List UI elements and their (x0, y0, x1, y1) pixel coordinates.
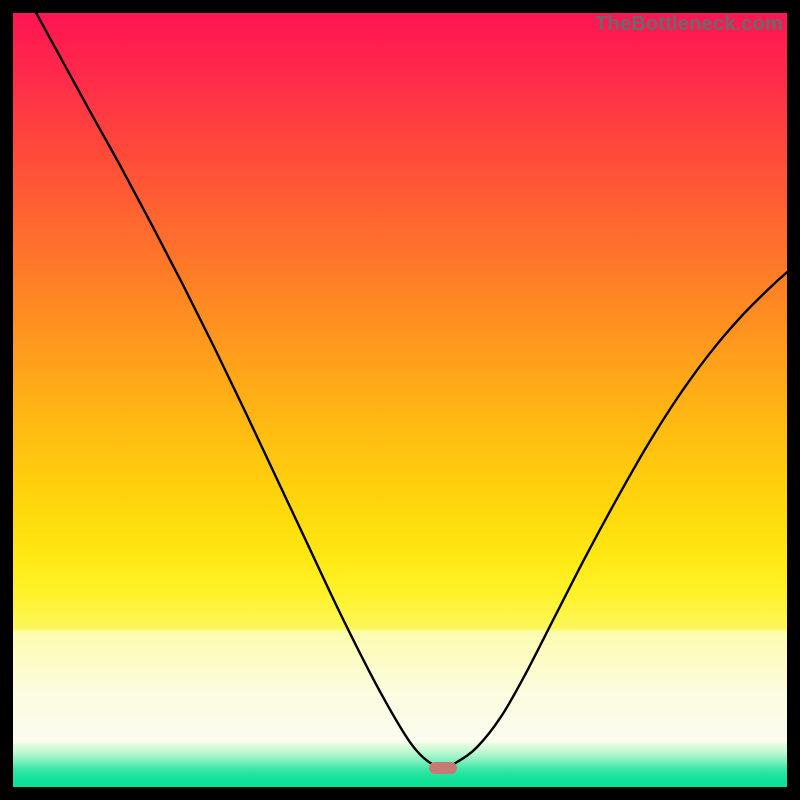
optimal-point-marker (429, 762, 457, 774)
chart-gradient-background (13, 13, 787, 787)
watermark-text: TheBottleneck.com (595, 13, 783, 36)
chart-frame: TheBottleneck.com (13, 13, 787, 787)
